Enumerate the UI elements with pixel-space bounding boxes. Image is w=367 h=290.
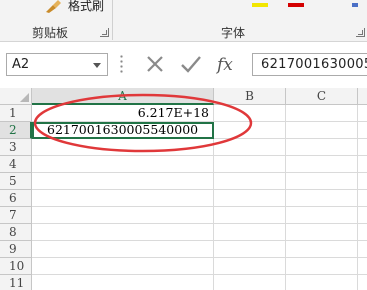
name-box-value: A2 bbox=[12, 57, 30, 72]
cell-d11[interactable] bbox=[358, 275, 367, 290]
ribbon: 格式刷 剪贴板 字体 bbox=[0, 0, 367, 42]
cell-d2[interactable] bbox=[358, 122, 367, 139]
font-color-swatch[interactable] bbox=[288, 3, 304, 7]
cell-d1[interactable] bbox=[358, 105, 367, 122]
worksheet-grid: A B C 1 6.217E+18 2 6217001630005540000 3 4 5 6… bbox=[0, 88, 367, 290]
cell-a9[interactable] bbox=[32, 241, 214, 258]
row-header-5[interactable]: 5 bbox=[0, 173, 32, 190]
cell-b4[interactable] bbox=[214, 156, 286, 173]
format-painter-button[interactable]: 格式刷 bbox=[68, 0, 104, 14]
cell-d3[interactable] bbox=[358, 139, 367, 156]
cell-c9[interactable] bbox=[286, 241, 358, 258]
column-header-a[interactable]: A bbox=[32, 88, 214, 105]
ribbon-group-divider bbox=[112, 0, 113, 40]
cell-a8[interactable] bbox=[32, 224, 214, 241]
cell-c8[interactable] bbox=[286, 224, 358, 241]
cell-c5[interactable] bbox=[286, 173, 358, 190]
formula-bar: A2 fx 6217001630005540000 bbox=[0, 42, 367, 90]
cell-c2[interactable] bbox=[286, 122, 358, 139]
row-header-1[interactable]: 1 bbox=[0, 105, 32, 122]
cell-b1[interactable] bbox=[214, 105, 286, 122]
row-header-3[interactable]: 3 bbox=[0, 139, 32, 156]
cell-d9[interactable] bbox=[358, 241, 367, 258]
cell-b3[interactable] bbox=[214, 139, 286, 156]
border-color-swatch[interactable] bbox=[352, 3, 358, 7]
chevron-down-icon[interactable] bbox=[93, 63, 101, 68]
row-header-10[interactable]: 10 bbox=[0, 258, 32, 275]
cell-b6[interactable] bbox=[214, 190, 286, 207]
cell-a1[interactable]: 6.217E+18 bbox=[32, 105, 214, 122]
cell-c11[interactable] bbox=[286, 275, 358, 290]
cell-a5[interactable] bbox=[32, 173, 214, 190]
cell-b11[interactable] bbox=[214, 275, 286, 290]
cell-a3[interactable] bbox=[32, 139, 214, 156]
cell-d8[interactable] bbox=[358, 224, 367, 241]
select-all-button[interactable] bbox=[0, 88, 32, 105]
row-header-11[interactable]: 11 bbox=[0, 275, 32, 290]
cell-d5[interactable] bbox=[358, 173, 367, 190]
row-header-7[interactable]: 7 bbox=[0, 207, 32, 224]
column-header-b[interactable]: B bbox=[214, 88, 286, 105]
name-box[interactable]: A2 bbox=[6, 53, 108, 76]
font-group-label: 字体 bbox=[221, 26, 246, 40]
cell-d10[interactable] bbox=[358, 258, 367, 275]
font-launcher-icon[interactable] bbox=[356, 28, 365, 37]
drag-handle-icon[interactable] bbox=[120, 54, 123, 74]
row-header-4[interactable]: 4 bbox=[0, 156, 32, 173]
cell-c7[interactable] bbox=[286, 207, 358, 224]
cell-c4[interactable] bbox=[286, 156, 358, 173]
row-header-9[interactable]: 9 bbox=[0, 241, 32, 258]
cell-d6[interactable] bbox=[358, 190, 367, 207]
clipboard-group-label: 剪贴板 bbox=[32, 26, 69, 40]
cell-a4[interactable] bbox=[32, 156, 214, 173]
column-header-c[interactable]: C bbox=[286, 88, 358, 105]
highlight-color-swatch[interactable] bbox=[252, 3, 268, 7]
cancel-x-icon[interactable] bbox=[142, 51, 168, 77]
clipboard-launcher-icon[interactable] bbox=[100, 28, 109, 37]
cell-b2[interactable] bbox=[214, 122, 286, 139]
cell-a7[interactable] bbox=[32, 207, 214, 224]
cell-c10[interactable] bbox=[286, 258, 358, 275]
row-header-8[interactable]: 8 bbox=[0, 224, 32, 241]
cell-b5[interactable] bbox=[214, 173, 286, 190]
cell-b9[interactable] bbox=[214, 241, 286, 258]
cell-c6[interactable] bbox=[286, 190, 358, 207]
cell-a10[interactable] bbox=[32, 258, 214, 275]
cell-a2[interactable]: 6217001630005540000 bbox=[32, 122, 214, 139]
cell-c1[interactable] bbox=[286, 105, 358, 122]
formula-input[interactable]: 6217001630005540000 bbox=[252, 53, 367, 76]
insert-function-icon[interactable]: fx bbox=[214, 51, 240, 77]
enter-check-icon[interactable] bbox=[178, 51, 204, 77]
cell-b10[interactable] bbox=[214, 258, 286, 275]
cell-a6[interactable] bbox=[32, 190, 214, 207]
format-painter-icon[interactable] bbox=[44, 0, 64, 13]
column-header-d[interactable] bbox=[358, 88, 367, 105]
row-header-6[interactable]: 6 bbox=[0, 190, 32, 207]
cell-d7[interactable] bbox=[358, 207, 367, 224]
row-header-2[interactable]: 2 bbox=[0, 122, 32, 139]
cell-b8[interactable] bbox=[214, 224, 286, 241]
svg-text:fx: fx bbox=[215, 55, 233, 75]
cell-c3[interactable] bbox=[286, 139, 358, 156]
cell-b7[interactable] bbox=[214, 207, 286, 224]
formula-value: 6217001630005540000 bbox=[261, 57, 367, 72]
cell-d4[interactable] bbox=[358, 156, 367, 173]
cell-a11[interactable] bbox=[32, 275, 214, 290]
